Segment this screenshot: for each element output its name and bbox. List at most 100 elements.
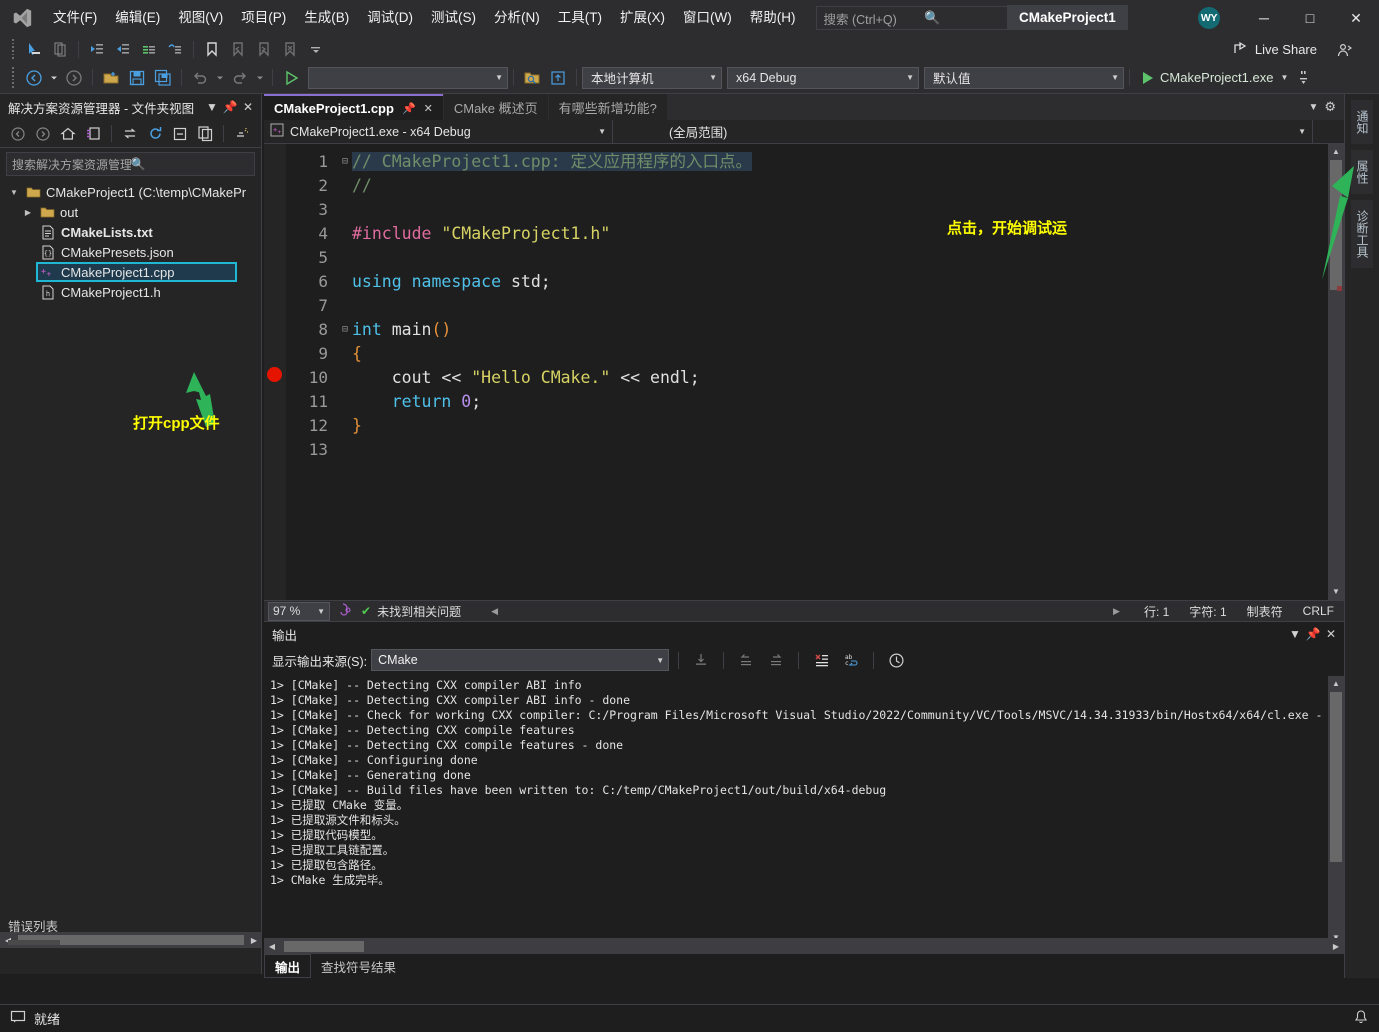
tree-node-cmakepresets[interactable]: {} CMakePresets.json	[0, 242, 261, 262]
zoom-level-combo[interactable]: 97 % ▼	[268, 602, 330, 621]
target-system-combo[interactable]: 本地计算机 ▼	[582, 67, 722, 89]
code-line[interactable]: 1⊟// CMakeProject1.cpp: 定义应用程序的入口点。	[264, 150, 1344, 174]
startup-item-combo[interactable]: ▼	[308, 67, 508, 89]
menu-test[interactable]: 测试(S)	[422, 0, 485, 36]
close-button[interactable]: ✕	[1333, 0, 1379, 36]
save-all-icon[interactable]	[150, 67, 176, 89]
toolbar-grip-1[interactable]	[8, 39, 17, 59]
scroll-down-icon[interactable]: ▼	[1328, 584, 1344, 600]
pin-icon[interactable]: 📌	[402, 102, 416, 115]
redo-icon[interactable]	[227, 67, 253, 89]
tab-cmake-overview[interactable]: CMake 概述页	[444, 94, 548, 120]
code-line[interactable]: 6using namespace std;	[264, 270, 1344, 294]
close-icon[interactable]: ✕	[424, 102, 433, 115]
properties-icon[interactable]	[230, 123, 254, 145]
redo-dropdown-icon[interactable]	[253, 67, 267, 89]
tree-node-project[interactable]: ▼ CMakeProject1 (C:\temp\CMakePr	[0, 182, 261, 202]
uncomment-lines-icon[interactable]	[162, 38, 188, 60]
tab-cmakeproject1-cpp[interactable]: CMakeProject1.cpp 📌 ✕	[264, 94, 443, 120]
toggle-bookmark-icon[interactable]	[199, 38, 225, 60]
go-to-next-message-icon[interactable]	[763, 649, 789, 671]
code-line[interactable]: 4#include "CMakeProject1.h"	[264, 222, 1344, 246]
scroll-left-icon[interactable]: ◀	[491, 606, 498, 617]
clear-bookmarks-icon[interactable]	[277, 38, 303, 60]
open-file-icon[interactable]	[98, 67, 124, 89]
tree-node-cmakeproject1-cpp[interactable]: ++ CMakeProject1.cpp	[36, 262, 237, 282]
pane-dropdown-icon[interactable]: ▼	[203, 100, 221, 114]
forward-icon[interactable]	[31, 123, 55, 145]
go-to-previous-message-icon[interactable]	[733, 649, 759, 671]
home-icon[interactable]	[56, 123, 80, 145]
menu-project[interactable]: 项目(P)	[232, 0, 295, 36]
previous-bookmark-icon[interactable]	[225, 38, 251, 60]
tab-mode-label[interactable]: 制表符	[1237, 603, 1293, 620]
avatar[interactable]: WY	[1198, 7, 1220, 29]
toolbar-overflow-icon[interactable]	[303, 38, 329, 60]
chevron-down-icon[interactable]: ▼	[8, 188, 20, 197]
output-horizontal-scrollbar[interactable]: ◀ ▶	[264, 938, 1344, 954]
live-share-button[interactable]: Live Share	[1233, 36, 1317, 62]
scroll-right-icon[interactable]: ▶	[1113, 606, 1120, 617]
minimize-button[interactable]: ─	[1241, 0, 1287, 36]
scroll-left-icon[interactable]: ◀	[264, 942, 280, 951]
launch-preset-combo[interactable]: 默认值 ▼	[924, 67, 1124, 89]
chevron-right-icon[interactable]: ▶	[22, 208, 34, 217]
save-icon[interactable]	[124, 67, 150, 89]
pin-icon[interactable]: 📌	[221, 100, 239, 114]
tree-node-cmakeproject1-h[interactable]: h CMakeProject1.h	[0, 282, 261, 302]
code-line[interactable]: 8⊟int main()	[264, 318, 1344, 342]
tab-list-dropdown-icon[interactable]: ▼	[1308, 102, 1318, 113]
close-icon[interactable]: ✕	[239, 100, 257, 114]
switch-views-icon[interactable]	[81, 123, 105, 145]
fold-toggle-icon[interactable]: ⊟	[338, 150, 352, 174]
comment-block-icon[interactable]	[47, 38, 73, 60]
scroll-right-icon[interactable]: ▶	[1328, 942, 1344, 951]
tab-whats-new[interactable]: 有哪些新增功能?	[549, 94, 667, 120]
nav-project-combo[interactable]: ++ CMakeProject1.exe - x64 Debug ▼	[264, 120, 613, 144]
tab-find-symbol-results[interactable]: 查找符号结果	[311, 954, 406, 978]
back-icon[interactable]	[6, 123, 30, 145]
menu-tools[interactable]: 工具(T)	[549, 0, 611, 36]
pane-dropdown-icon[interactable]: ▼	[1286, 627, 1304, 641]
fold-toggle-icon[interactable]: ⊟	[338, 318, 352, 342]
show-timestamps-icon[interactable]	[883, 649, 909, 671]
code-line[interactable]: 7	[264, 294, 1344, 318]
run-overflow-icon[interactable]	[1298, 69, 1308, 87]
solution-explorer-search-input[interactable]: 搜索解决方案资源管理器 - 文件夹视图(Ct 🔍	[6, 152, 255, 176]
code-line[interactable]: 11 return 0;	[264, 390, 1344, 414]
code-line[interactable]: 13	[264, 438, 1344, 462]
code-line[interactable]: 12}	[264, 414, 1344, 438]
menu-debug[interactable]: 调试(D)	[358, 0, 422, 36]
scroll-up-icon[interactable]: ▲	[1328, 676, 1344, 692]
menu-view[interactable]: 视图(V)	[169, 0, 232, 36]
maximize-button[interactable]: □	[1287, 0, 1333, 36]
tab-output[interactable]: 输出	[264, 954, 311, 978]
toggle-word-wrap-icon[interactable]: abc	[838, 649, 864, 671]
collapse-all-icon[interactable]	[168, 123, 192, 145]
increase-indent-icon[interactable]	[110, 38, 136, 60]
toolbar-grip-2[interactable]	[8, 68, 17, 88]
error-list-panel[interactable]: 错误列表	[0, 916, 262, 946]
build-config-combo[interactable]: x64 Debug ▼	[727, 67, 919, 89]
menu-window[interactable]: 窗口(W)	[674, 0, 741, 36]
code-line[interactable]: 2//	[264, 174, 1344, 198]
tree-node-out[interactable]: ▶ out	[0, 202, 261, 222]
find-message-icon[interactable]	[688, 649, 714, 671]
scroll-thumb[interactable]	[1330, 692, 1342, 862]
menu-extensions[interactable]: 扩展(X)	[611, 0, 674, 36]
refresh-icon[interactable]	[143, 123, 167, 145]
settings-gear-icon[interactable]: ⚙	[1324, 99, 1336, 115]
vertical-tab-notifications[interactable]: 通知	[1351, 100, 1373, 144]
nav-scope-combo[interactable]: (全局范围) ▼	[613, 120, 1313, 144]
clear-all-icon[interactable]	[808, 649, 834, 671]
menu-edit[interactable]: 编辑(E)	[106, 0, 169, 36]
undo-icon[interactable]	[187, 67, 213, 89]
show-all-files-icon[interactable]	[193, 123, 217, 145]
intellisense-icon[interactable]	[338, 602, 353, 620]
menu-analyze[interactable]: 分析(N)	[485, 0, 549, 36]
open-folder-search-icon[interactable]	[519, 67, 545, 89]
output-vertical-scrollbar[interactable]: ▲ ▼	[1328, 676, 1344, 946]
pointer-select-icon[interactable]	[21, 38, 47, 60]
close-icon[interactable]: ✕	[1322, 627, 1340, 641]
navigate-forward-icon[interactable]	[61, 67, 87, 89]
